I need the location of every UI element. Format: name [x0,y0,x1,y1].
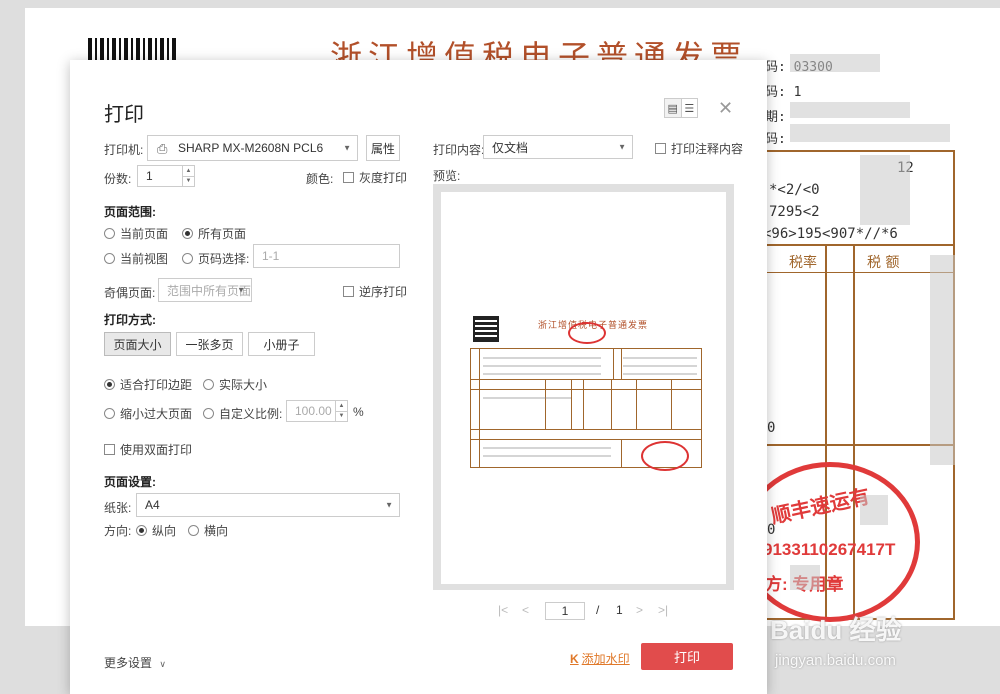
add-watermark-link[interactable]: K 添加水印 [570,650,630,667]
redaction-blur [930,255,955,465]
odd-even-label: 奇偶页面: [104,286,156,300]
preview-label: 预览: [433,169,461,183]
paper-label: 纸张: [104,501,132,515]
seal-text: 9133110267417T [763,540,896,559]
redaction-blur [790,102,910,118]
radio-custom-scale[interactable]: 自定义比例: [203,405,282,422]
page-range-heading: 页面范围: [104,205,156,219]
preview-qr-code [473,316,499,342]
last-page-icon[interactable]: >| [658,603,668,617]
baidu-watermark: Baidu 经验 [770,615,902,645]
printer-select[interactable]: ⎙ SHARP MX-M2608N PCL6 ▼ [147,135,358,161]
chevron-down-icon: ▼ [237,285,245,295]
radio-portrait[interactable]: 纵向 [136,522,176,539]
color-label: 颜色: [306,172,334,186]
radio-current-page[interactable]: 当前页面 [104,225,168,242]
redaction-blur [790,124,950,142]
radio-current-view[interactable]: 当前视图 [104,250,168,267]
page-setup-heading: 页面设置: [104,475,156,489]
print-annotations-checkbox[interactable]: 打印注释内容 [655,140,743,157]
pager-separator: / [596,603,600,617]
reverse-print-checkbox[interactable]: 逆序打印 [343,283,407,300]
radio-landscape[interactable]: 横向 [188,522,228,539]
redaction-blur [790,54,880,72]
print-dialog: 打印 ▤ ☰ ✕ 打印机: ⎙ SHARP MX-M2608N PCL6 ▼ 属… [70,60,767,694]
mode-multi-page-button[interactable]: 一张多页 [176,332,243,356]
first-page-icon[interactable]: |< [498,603,508,617]
copies-stepper[interactable]: ▲ ▼ [182,166,194,186]
grayscale-checkbox[interactable]: 灰度打印 [343,169,407,186]
radio-fit-margins[interactable]: 适合打印边距 [104,376,192,393]
single-view-icon[interactable]: ▤ [665,99,682,117]
invoice-qr-code [88,38,176,60]
page-number-input[interactable]: 1 [545,602,585,620]
redaction-blur [860,495,888,525]
print-content-label: 打印内容: [433,143,485,157]
col-header-tax-rate: 税率 [789,255,817,271]
preview-page: 浙江增值税电子普通发票 [441,192,726,584]
copies-input[interactable]: 1 ▲ ▼ [137,165,195,187]
cipher-line: *<2/<0 [769,182,820,198]
radio-actual-size[interactable]: 实际大小 [203,376,267,393]
radio-shrink-large[interactable]: 缩小过大页面 [104,405,192,422]
print-mode-heading: 打印方式: [104,313,156,327]
preview-seal [568,322,606,344]
baidu-watermark-url: jingyan.baidu.com [775,652,896,669]
mode-page-size-button[interactable]: 页面大小 [104,332,171,356]
chevron-down-icon: ▼ [385,500,393,510]
col-header-tax-amount: 税 额 [867,255,900,271]
odd-even-select[interactable]: 范围中所有页面 ▼ [158,278,252,302]
prev-page-icon[interactable]: < [522,603,529,617]
view-toggle[interactable]: ▤ ☰ [664,98,698,118]
copies-label: 份数: [104,172,132,186]
cipher-line: 7295<2 [769,204,820,220]
chevron-down-icon: ▼ [343,143,351,153]
preview-pager: |< < 1 / 1 > >| [498,602,678,620]
close-icon[interactable]: ✕ [718,98,733,119]
print-button[interactable]: 打印 [641,643,733,670]
printer-icon: ⎙ [157,141,168,156]
paper-select[interactable]: A4 ▼ [136,493,400,517]
page-select-input[interactable]: 1-1 [253,244,400,268]
print-content-select[interactable]: 仅文档 ▼ [483,135,633,159]
scale-unit: % [353,405,364,419]
redaction-blur [790,565,820,590]
cipher-line: <96>195<907*//*6 [763,226,898,242]
scale-stepper[interactable]: ▲ ▼ [335,401,347,421]
invoice-code-line: 码: 1 [765,85,802,100]
preview-invoice-frame [470,348,702,471]
duplex-checkbox[interactable]: 使用双面打印 [104,441,192,458]
copies-value: 1 [146,169,153,183]
invoice-code-line: 期: [765,110,786,125]
chevron-down-icon: ∨ [159,659,166,669]
next-page-icon[interactable]: > [636,603,643,617]
pager-total: 1 [616,603,623,617]
watermark-icon: K [570,651,579,666]
invoice-code-line: 码: [765,132,786,147]
chevron-down-icon: ▼ [618,142,626,152]
printer-value: SHARP MX-M2608N PCL6 [178,141,324,155]
list-view-icon[interactable]: ☰ [682,99,698,117]
properties-button[interactable]: 属性 [366,135,400,161]
radio-page-select[interactable]: 页码选择: [182,250,249,267]
orientation-label: 方向: [104,524,132,538]
mode-booklet-button[interactable]: 小册子 [248,332,315,356]
redaction-blur [860,155,910,225]
print-preview: 浙江增值税电子普通发票 [433,184,734,590]
preview-invoice: 浙江增值税电子普通发票 [468,312,702,478]
printer-label: 打印机: [104,143,144,157]
scale-input[interactable]: 100.00 ▲ ▼ [286,400,348,422]
more-settings-link[interactable]: 更多设置 ∨ [104,654,166,671]
dialog-title: 打印 [104,104,144,126]
radio-all-pages[interactable]: 所有页面 [182,225,246,242]
